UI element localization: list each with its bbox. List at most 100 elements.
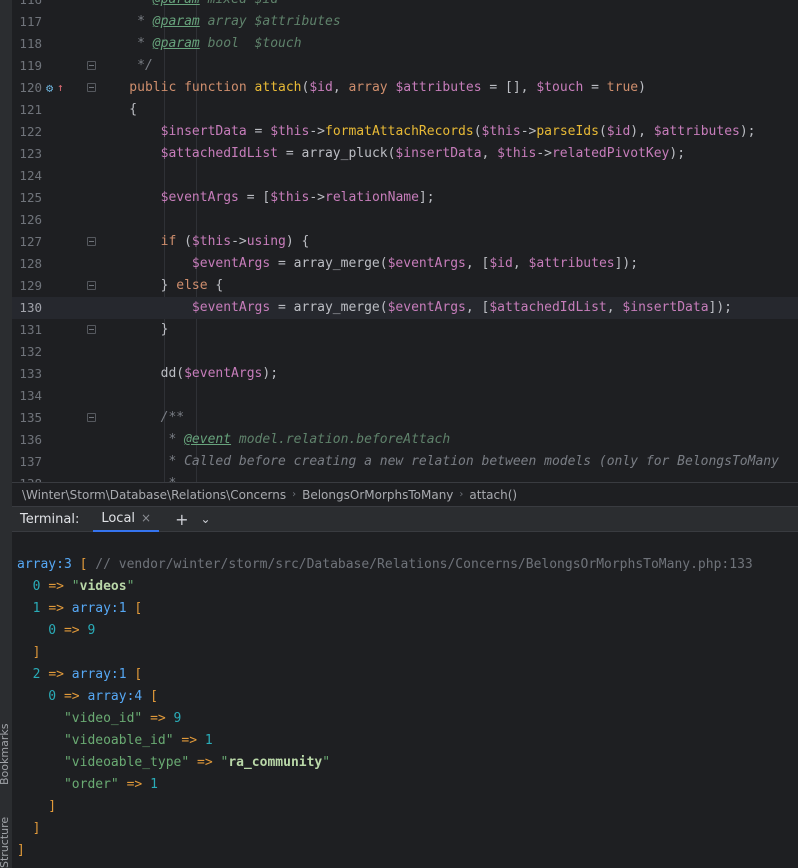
code-line[interactable]: 118 * @param bool $touch	[12, 33, 798, 55]
terminal-line: "video_id" => 9	[17, 711, 182, 726]
implements-icon[interactable]: ⚙	[46, 77, 53, 99]
code-text: * @param mixed $id	[98, 0, 278, 11]
code-line[interactable]: 138 *	[12, 473, 798, 482]
code-line[interactable]: 119 */	[12, 55, 798, 77]
fold-icon[interactable]	[87, 237, 96, 246]
code-line[interactable]: 126	[12, 209, 798, 231]
line-number[interactable]: 129	[12, 275, 42, 297]
code-line[interactable]: 116 * @param mixed $id	[12, 0, 798, 11]
code-line[interactable]: 128 $eventArgs = array_merge($eventArgs,…	[12, 253, 798, 275]
line-number[interactable]: 131	[12, 319, 42, 341]
code-line[interactable]: 127 if ($this->using) {	[12, 231, 798, 253]
line-number[interactable]: 123	[12, 143, 42, 165]
code-text: * @event model.relation.beforeAttach	[98, 432, 451, 447]
code-line[interactable]: 136 * @event model.relation.beforeAttach	[12, 429, 798, 451]
line-number[interactable]: 130	[12, 297, 42, 319]
code-line[interactable]: 131 }	[12, 319, 798, 341]
code-line[interactable]: 121 {	[12, 99, 798, 121]
structure-panel-tab[interactable]: Structure	[0, 817, 11, 868]
line-number[interactable]: 132	[12, 341, 42, 363]
line-number[interactable]: 124	[12, 165, 42, 187]
terminal-line: array:3 [ // vendor/winter/storm/src/Dat…	[17, 557, 753, 572]
code-text: * @param bool $touch	[98, 36, 302, 51]
code-line[interactable]: 123 $attachedIdList = array_pluck($inser…	[12, 143, 798, 165]
chevron-right-icon: ›	[459, 489, 464, 500]
code-line[interactable]: 125 $eventArgs = [$this->relationName];	[12, 187, 798, 209]
line-number[interactable]: 136	[12, 429, 42, 451]
terminal-line: ]	[17, 843, 25, 858]
breadcrumb: \Winter\Storm\Database\Relations\Concern…	[12, 482, 798, 506]
line-number[interactable]: 138	[12, 473, 42, 482]
terminal-line: "order" => 1	[17, 777, 158, 792]
code-line[interactable]: 117 * @param array $attributes	[12, 11, 798, 33]
code-text: $eventArgs = [$this->relationName];	[98, 190, 435, 205]
close-icon[interactable]: ×	[141, 511, 151, 525]
code-line[interactable]: 129 } else {	[12, 275, 798, 297]
code-line[interactable]: 133 dd($eventArgs);	[12, 363, 798, 385]
code-text: *	[98, 473, 176, 482]
terminal-line: "videoable_id" => 1	[17, 733, 213, 748]
line-number[interactable]: 121	[12, 99, 42, 121]
code-text: $insertData = $this->formatAttachRecords…	[98, 124, 756, 139]
code-text: if ($this->using) {	[98, 234, 310, 249]
fold-icon[interactable]	[87, 83, 96, 92]
code-line[interactable]: 120 ⚙ ↑ public function attach($id, array …	[12, 77, 798, 99]
override-arrow-icon[interactable]: ↑	[57, 77, 64, 99]
line-number[interactable]: 125	[12, 187, 42, 209]
line-number[interactable]: 134	[12, 385, 42, 407]
code-line[interactable]: 130 $eventArgs = array_merge($eventArgs,…	[12, 297, 798, 319]
fold-icon[interactable]	[87, 281, 96, 290]
line-number[interactable]: 127	[12, 231, 42, 253]
chevron-right-icon: ›	[292, 489, 297, 500]
line-number[interactable]: 128	[12, 253, 42, 275]
terminal-line: ]	[17, 645, 41, 660]
add-terminal-button[interactable]: +	[175, 510, 188, 529]
code-editor[interactable]: 116 * @param mixed $id117 * @param array…	[12, 0, 798, 482]
terminal-line: 1 => array:1 [	[17, 601, 143, 616]
code-line[interactable]: 134	[12, 385, 798, 407]
breadcrumb-namespace[interactable]: \Winter\Storm\Database\Relations\Concern…	[22, 488, 286, 502]
fold-icon[interactable]	[87, 413, 96, 422]
line-number[interactable]: 135	[12, 407, 42, 429]
code-text: {	[98, 102, 138, 117]
code-text: /**	[98, 410, 185, 425]
code-line[interactable]: 135 /**	[12, 407, 798, 429]
line-number[interactable]: 116	[12, 0, 42, 11]
line-number[interactable]: 119	[12, 55, 42, 77]
terminal-toolbar: Terminal: Local × + ⌄	[12, 506, 798, 532]
tab-local-label: Local	[101, 511, 136, 526]
code-text: * Called before creating a new relation …	[98, 454, 779, 469]
terminal-line: 0 => array:4 [	[17, 689, 158, 704]
code-text: $attachedIdList = array_pluck($insertDat…	[98, 146, 686, 161]
terminal-line: 0 => 9	[17, 623, 96, 638]
terminal-line: "videoable_type" => "ra_community"	[17, 755, 331, 770]
breadcrumb-class[interactable]: BelongsOrMorphsToMany	[302, 488, 453, 502]
terminal-line: 0 => "videos"	[17, 579, 135, 594]
code-line[interactable]: 124	[12, 165, 798, 187]
line-number[interactable]: 118	[12, 33, 42, 55]
fold-icon[interactable]	[87, 325, 96, 334]
code-text: public function attach($id, array $attri…	[98, 80, 646, 95]
line-number[interactable]: 133	[12, 363, 42, 385]
code-text: * @param array $attributes	[98, 14, 341, 29]
terminal-title: Terminal:	[20, 511, 80, 527]
line-number[interactable]: 122	[12, 121, 42, 143]
code-text: $eventArgs = array_merge($eventArgs, [$a…	[98, 300, 732, 315]
code-line[interactable]: 122 $insertData = $this->formatAttachRec…	[12, 121, 798, 143]
code-line[interactable]: 132	[12, 341, 798, 363]
line-number[interactable]: 120	[12, 77, 42, 99]
terminal-output[interactable]: array:3 [ // vendor/winter/storm/src/Dat…	[12, 532, 798, 868]
code-text: $eventArgs = array_merge($eventArgs, [$i…	[98, 256, 639, 271]
code-line[interactable]: 137 * Called before creating a new relat…	[12, 451, 798, 473]
chevron-down-icon[interactable]: ⌄	[201, 512, 211, 526]
bookmarks-panel-tab[interactable]: Bookmarks	[0, 724, 11, 785]
breadcrumb-method[interactable]: attach()	[469, 488, 517, 502]
line-number[interactable]: 137	[12, 451, 42, 473]
line-number[interactable]: 117	[12, 11, 42, 33]
code-text: }	[98, 322, 169, 337]
line-number[interactable]: 126	[12, 209, 42, 231]
terminal-line: ]	[17, 821, 41, 836]
code-text: dd($eventArgs);	[98, 366, 279, 381]
fold-icon[interactable]	[87, 61, 96, 70]
tab-local[interactable]: Local ×	[93, 506, 160, 532]
